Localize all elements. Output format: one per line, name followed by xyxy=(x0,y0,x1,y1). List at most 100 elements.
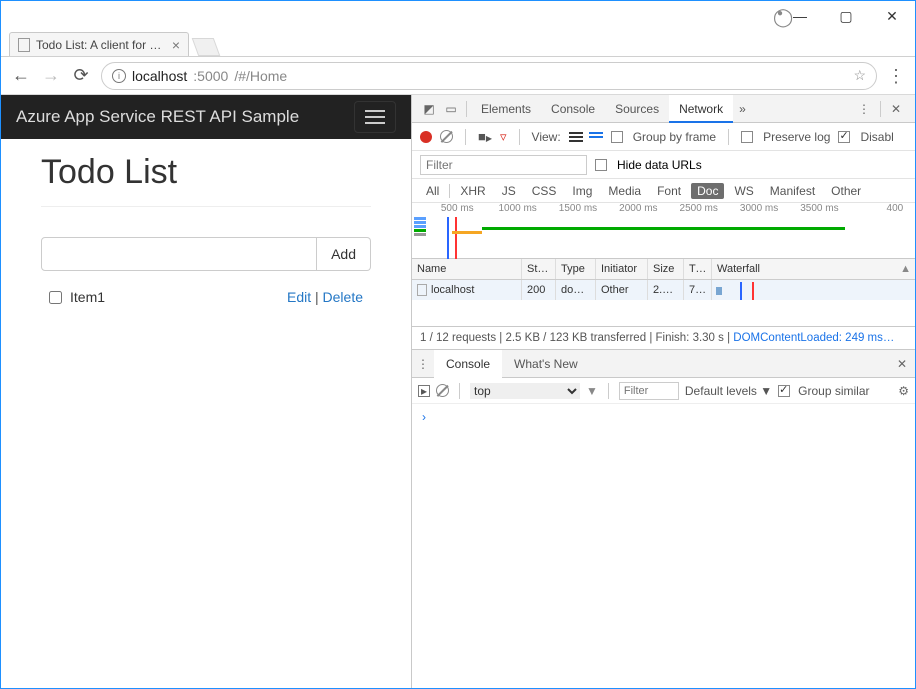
col-waterfall[interactable]: Waterfall2.00 s▲ xyxy=(712,259,915,279)
drawer-close-icon[interactable]: ✕ xyxy=(889,357,915,371)
preserve-log-label: Preserve log xyxy=(763,130,830,144)
summary-requests: 1 / 12 requests xyxy=(420,332,496,344)
col-name[interactable]: Name xyxy=(412,259,522,279)
window-maximize-button[interactable]: ▢ xyxy=(823,1,869,31)
clear-icon[interactable] xyxy=(440,130,453,143)
load-marker xyxy=(752,282,754,300)
col-status[interactable]: St… xyxy=(522,259,556,279)
site-info-icon[interactable]: i xyxy=(112,69,126,83)
tick: 1000 ms xyxy=(498,203,536,214)
hide-data-urls-checkbox[interactable] xyxy=(595,159,607,171)
console-levels[interactable]: Default levels ▼ xyxy=(685,384,772,398)
tick: 3000 ms xyxy=(740,203,778,214)
col-type[interactable]: Type xyxy=(556,259,596,279)
network-timeline[interactable]: 500 ms 1000 ms 1500 ms 2000 ms 2500 ms 3… xyxy=(412,203,915,259)
page-body: Todo List Add Item1 Edit | Delete xyxy=(1,139,411,319)
view-list-icon[interactable] xyxy=(569,132,583,142)
tab-sources[interactable]: Sources xyxy=(605,95,669,123)
overview-bar xyxy=(482,227,844,230)
filter-toggle-icon[interactable]: ▿ xyxy=(500,129,507,145)
filter-all[interactable]: All xyxy=(420,183,445,199)
app-brand[interactable]: Azure App Service REST API Sample xyxy=(16,107,299,127)
filter-media[interactable]: Media xyxy=(602,183,647,199)
url-port: :5000 xyxy=(193,68,228,84)
filter-manifest[interactable]: Manifest xyxy=(764,183,821,199)
filter-doc[interactable]: Doc xyxy=(691,183,724,199)
filter-css[interactable]: CSS xyxy=(526,183,563,199)
group-by-frame-checkbox[interactable] xyxy=(611,131,623,143)
filter-js[interactable]: JS xyxy=(496,183,522,199)
screenshot-icon[interactable]: ■▶ xyxy=(478,129,492,144)
disable-cache-checkbox[interactable] xyxy=(838,131,850,143)
console-sidebar-icon[interactable]: ▸ xyxy=(418,385,430,397)
separator xyxy=(449,184,450,198)
navbar-toggle-icon[interactable] xyxy=(354,101,396,133)
group-similar-checkbox[interactable] xyxy=(778,385,790,397)
tab-overflow-icon[interactable]: » xyxy=(733,102,752,116)
app-navbar: Azure App Service REST API Sample xyxy=(1,95,411,139)
reload-button[interactable]: ⟳ xyxy=(71,66,91,86)
new-item-input[interactable] xyxy=(41,237,317,271)
tab-title: Todo List: A client for sam xyxy=(36,38,166,52)
console-clear-icon[interactable] xyxy=(436,384,449,397)
device-toggle-icon[interactable]: ▭ xyxy=(440,102,462,116)
todo-checkbox[interactable] xyxy=(49,291,62,304)
devtools-menu-icon[interactable]: ⋮ xyxy=(852,102,876,116)
filter-xhr[interactable]: XHR xyxy=(454,183,491,199)
record-icon[interactable] xyxy=(420,131,432,143)
separator: | xyxy=(311,289,322,305)
content-split: Azure App Service REST API Sample Todo L… xyxy=(1,95,915,688)
add-button[interactable]: Add xyxy=(317,237,371,271)
tab-network[interactable]: Network xyxy=(669,95,733,123)
tick: 2000 ms xyxy=(619,203,657,214)
group-similar-label: Group similar xyxy=(798,384,869,398)
file-icon xyxy=(417,284,427,296)
tab-elements[interactable]: Elements xyxy=(471,95,541,123)
edit-link[interactable]: Edit xyxy=(287,289,311,305)
separator xyxy=(466,101,467,117)
inspect-element-icon[interactable]: ◩ xyxy=(418,102,440,116)
drawer-tab-whatsnew[interactable]: What's New xyxy=(502,350,590,378)
window-close-button[interactable]: ✕ xyxy=(869,1,915,31)
console-settings-icon[interactable]: ⚙ xyxy=(898,384,909,398)
forward-button[interactable]: → xyxy=(41,66,61,86)
cell-type: do… xyxy=(556,280,596,300)
bookmark-star-icon[interactable]: ☆ xyxy=(853,67,866,84)
url-path: /#/Home xyxy=(234,68,287,84)
devtools-close-icon[interactable]: ✕ xyxy=(885,102,907,116)
cell-status: 200 xyxy=(522,280,556,300)
cell-name: localhost xyxy=(412,280,522,300)
new-tab-button[interactable] xyxy=(192,38,221,56)
summary-transfer: 2.5 KB / 123 KB transferred xyxy=(505,332,646,344)
view-label: View: xyxy=(532,130,561,144)
drawer-tab-console[interactable]: Console xyxy=(434,350,502,378)
console-filter-input[interactable] xyxy=(619,382,679,400)
sort-icon: ▲ xyxy=(900,263,911,275)
filter-other[interactable]: Other xyxy=(825,183,867,199)
col-size[interactable]: Size xyxy=(648,259,684,279)
view-waterfall-icon[interactable] xyxy=(589,132,603,142)
filter-ws[interactable]: WS xyxy=(728,183,759,199)
overview-swatch xyxy=(414,217,426,259)
tab-favicon xyxy=(18,38,30,52)
tab-console[interactable]: Console xyxy=(541,95,605,123)
table-row[interactable]: localhost 200 do… Other 2.… 7 … xyxy=(412,280,915,300)
col-initiator[interactable]: Initiator xyxy=(596,259,648,279)
preserve-log-checkbox[interactable] xyxy=(741,131,753,143)
col-time[interactable]: Ti… xyxy=(684,259,712,279)
console-body[interactable]: › xyxy=(412,404,915,430)
filter-img[interactable]: Img xyxy=(566,183,598,199)
console-context-select[interactable]: top xyxy=(470,383,580,399)
tab-close-icon[interactable]: × xyxy=(172,37,180,53)
load-marker xyxy=(455,217,457,259)
delete-link[interactable]: Delete xyxy=(323,289,363,305)
todo-text: Item1 xyxy=(70,289,105,305)
browser-tab[interactable]: Todo List: A client for sam × xyxy=(9,32,189,56)
filter-font[interactable]: Font xyxy=(651,183,687,199)
cell-initiator: Other xyxy=(596,280,648,300)
drawer-menu-icon[interactable]: ⋮ xyxy=(412,357,434,371)
back-button[interactable]: ← xyxy=(11,66,31,86)
network-filter-input[interactable] xyxy=(420,155,587,175)
url-field[interactable]: i localhost:5000/#/Home ☆ xyxy=(101,62,877,90)
timeline-body xyxy=(412,217,915,259)
